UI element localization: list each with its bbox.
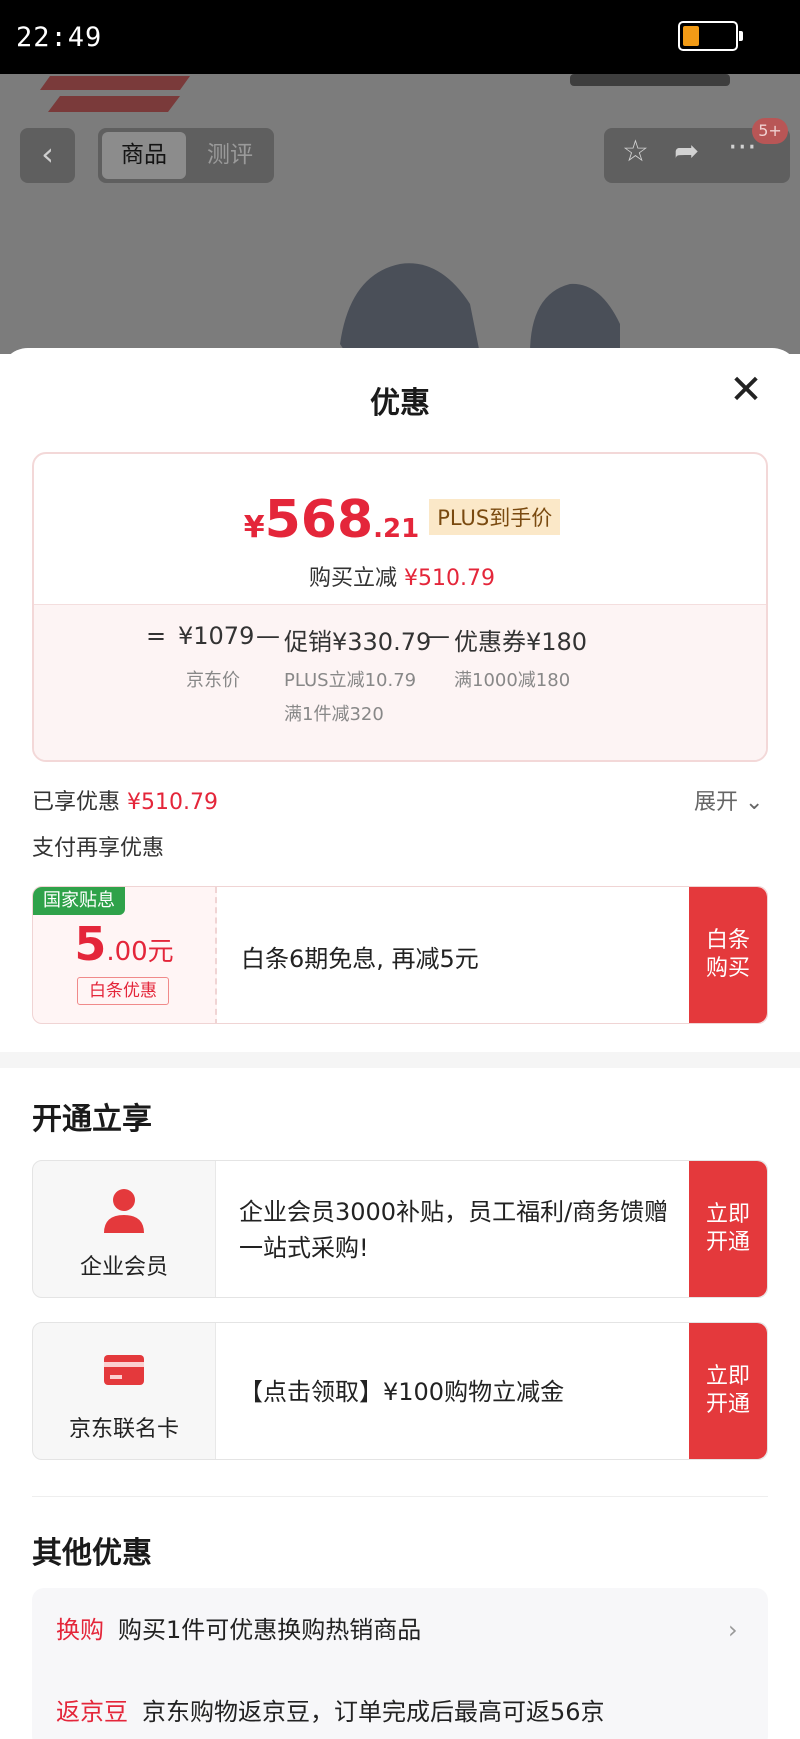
- trade-in-key: 换购: [56, 1616, 104, 1644]
- enterprise-member-card[interactable]: 企业会员 企业会员3000补贴，员工福利/商务馈赠一站式采购! 立即开通: [32, 1160, 768, 1298]
- minus-sign: —: [256, 622, 280, 650]
- promo-sub-full: 满1件减320: [284, 704, 384, 725]
- enjoyed-value: ¥510.79: [127, 790, 218, 815]
- message-badge: 5+: [752, 118, 788, 144]
- expand-button[interactable]: 展开 ⌄: [694, 784, 763, 816]
- status-time: 22:49: [16, 22, 103, 53]
- tab-review[interactable]: 测评: [190, 132, 270, 179]
- button-line-1: 白条: [705, 928, 750, 953]
- coupon-description: 白条6期免息, 再减5元: [241, 945, 479, 973]
- baitiao-coupon-card[interactable]: 国家贴息 5.00元 白条优惠 白条6期免息, 再减5元 白条购买: [32, 886, 768, 1024]
- enterprise-member-label: 企业会员: [79, 1255, 168, 1280]
- gov-subsidy-badge: 国家贴息: [33, 887, 125, 915]
- product-image: [340, 263, 620, 354]
- enterprise-open-button[interactable]: 立即 开通: [689, 1161, 767, 1297]
- app-screen: 22:49 ‹ 商品 测评 ☆ ➦ ··· 5+ 优惠 ✕ ¥568.21 PL…: [0, 0, 800, 1739]
- equals-sign: =: [146, 622, 167, 650]
- jd-bean-key: 返京豆: [56, 1698, 128, 1726]
- coupon-sub: 满1000减180: [454, 670, 571, 691]
- other-discounts-list: 换购 购买1件可优惠换购热销商品 › 返京豆 京东购物返京豆，订单完成后最高可返56…: [32, 1588, 768, 1739]
- section-divider: [0, 1052, 800, 1068]
- tab-product[interactable]: 商品: [102, 132, 186, 179]
- enterprise-member-desc: 企业会员3000补贴，员工福利/商务馈赠一站式采购!: [239, 1198, 669, 1262]
- back-button[interactable]: ‹: [20, 128, 75, 183]
- coupon-value-integer: 5: [74, 917, 107, 971]
- tab-switcher: 商品 测评: [98, 128, 274, 183]
- promo-amount: 促销¥330.79: [284, 628, 432, 656]
- price-decimal: .21: [373, 514, 420, 544]
- jd-bean-row[interactable]: 返京豆 京东购物返京豆，订单完成后最高可返56京: [56, 1692, 605, 1727]
- chevron-right-icon[interactable]: ›: [728, 1616, 738, 1644]
- other-section-heading: 其他优惠: [32, 1536, 152, 1571]
- jd-price-label: 京东价: [186, 670, 240, 691]
- plus-price-tag: PLUS到手价: [429, 499, 561, 535]
- button-line-2: 购买: [705, 956, 750, 981]
- enjoyed-discount: 已享优惠 ¥510.79: [32, 784, 218, 816]
- trade-in-text: 购买1件可优惠换购热销商品: [118, 1616, 422, 1644]
- baitiao-buy-button[interactable]: 白条 购买: [689, 887, 767, 1023]
- battery-icon: [678, 21, 743, 51]
- sheet-title: 优惠: [370, 386, 430, 421]
- enjoyed-label: 已享优惠: [32, 790, 121, 815]
- card-icon: [104, 1355, 144, 1385]
- share-icon[interactable]: ➦: [674, 134, 699, 169]
- coupon-value: 5.00元: [33, 917, 215, 971]
- price-card: ¥568.21 PLUS到手价 购买立减 ¥510.79 = ¥1079 京东价 …: [32, 452, 768, 762]
- trade-in-row[interactable]: 换购 购买1件可优惠换购热销商品: [56, 1610, 421, 1645]
- product-page-background: ‹ 商品 测评 ☆ ➦ ··· 5+: [0, 74, 800, 354]
- jd-bean-text: 京东购物返京豆，订单完成后最高可返56京: [142, 1698, 605, 1726]
- discount-sheet: 优惠 ✕ ¥568.21 PLUS到手价 购买立减 ¥510.79 = ¥1079…: [0, 348, 800, 1739]
- reduce-label: 购买立减: [309, 566, 398, 591]
- promo-sub-plus: PLUS立减10.79: [284, 670, 417, 691]
- currency-symbol: ¥: [243, 510, 265, 545]
- section-divider: [32, 1496, 768, 1497]
- chevron-down-icon: ⌄: [745, 790, 764, 815]
- button-line-2: 开通: [705, 1230, 750, 1255]
- reduce-value: ¥510.79: [404, 566, 495, 591]
- minus-sign: —: [426, 622, 450, 650]
- coupon-value-decimal: .00元: [106, 937, 174, 967]
- star-icon[interactable]: ☆: [622, 134, 649, 169]
- jd-card-label: 京东联名卡: [68, 1417, 179, 1442]
- close-icon[interactable]: ✕: [726, 370, 766, 410]
- button-line-1: 立即: [705, 1202, 750, 1227]
- brand-logo: [40, 76, 190, 112]
- jd-price: ¥1079: [178, 622, 255, 650]
- jd-card-desc: 【点击领取】¥100购物立减金: [239, 1378, 565, 1406]
- total-reduction: 购买立减 ¥510.79: [34, 560, 766, 592]
- button-line-2: 开通: [705, 1392, 750, 1417]
- price-integer: 568: [264, 490, 374, 550]
- final-price: ¥568.21 PLUS到手价: [34, 490, 766, 550]
- jd-card-open-button[interactable]: 立即 开通: [689, 1323, 767, 1459]
- expand-label: 展开: [694, 790, 739, 815]
- pay-more-heading: 支付再享优惠: [32, 836, 165, 861]
- baitiao-tag: 白条优惠: [77, 977, 169, 1005]
- button-line-1: 立即: [705, 1364, 750, 1389]
- jd-credit-card-card[interactable]: 京东联名卡 【点击领取】¥100购物立减金 立即开通: [32, 1322, 768, 1460]
- status-bar: 22:49: [0, 0, 800, 74]
- coupon-amount: 优惠券¥180: [454, 628, 588, 656]
- person-icon: [104, 1189, 144, 1233]
- open-section-heading: 开通立享: [32, 1102, 152, 1137]
- header-placeholder: [570, 74, 730, 86]
